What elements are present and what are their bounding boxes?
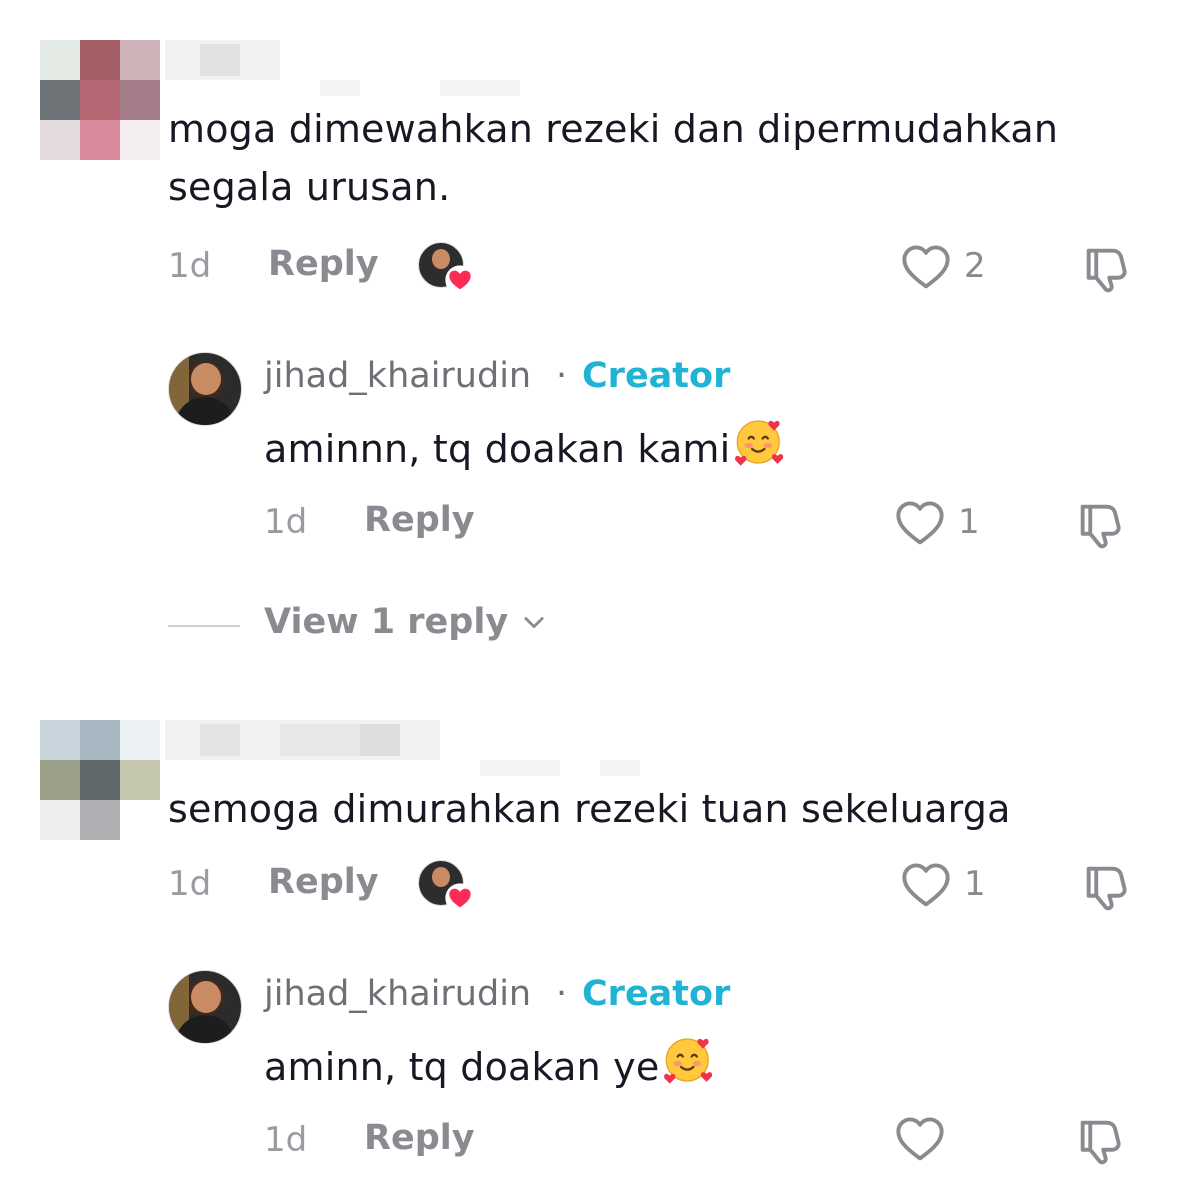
dislike-icon[interactable] bbox=[1074, 1114, 1126, 1166]
creator-avatar[interactable] bbox=[168, 970, 242, 1044]
reply-text: aminn, tq doakan ye bbox=[264, 1032, 717, 1096]
comment-text-line-1: moga dimewahkan rezeki dan dipermudahkan bbox=[168, 107, 1059, 151]
smiling-face-with-hearts-icon bbox=[732, 414, 788, 470]
dislike-icon[interactable] bbox=[1080, 860, 1132, 912]
reply-button[interactable]: Reply bbox=[268, 862, 379, 902]
comment-time: 1d bbox=[168, 246, 212, 286]
red-heart-icon bbox=[444, 264, 476, 296]
creator-badge: Creator bbox=[582, 974, 731, 1014]
username-blur bbox=[360, 724, 400, 756]
reply-text-content: aminnn, tq doakan kami bbox=[264, 427, 731, 471]
reply-button[interactable]: Reply bbox=[268, 244, 379, 284]
reply-button[interactable]: Reply bbox=[364, 500, 475, 540]
dislike-icon[interactable] bbox=[1080, 242, 1132, 294]
creator-badge: Creator bbox=[582, 356, 731, 396]
heart-icon[interactable] bbox=[900, 242, 952, 294]
reply-text-content: aminn, tq doakan ye bbox=[264, 1045, 660, 1089]
like-count: 1 bbox=[958, 502, 980, 542]
username-blur bbox=[280, 724, 360, 756]
username-blur bbox=[600, 760, 640, 776]
comment-text-line-2: segala urusan. bbox=[168, 165, 451, 209]
commenter-avatar[interactable] bbox=[40, 720, 160, 840]
like-count: 1 bbox=[964, 864, 986, 904]
username-blur bbox=[200, 724, 240, 756]
view-replies-button[interactable]: View 1 reply bbox=[264, 602, 548, 642]
liked-by-creator-badge bbox=[418, 242, 470, 294]
reply-time: 1d bbox=[264, 1120, 308, 1160]
username-blur bbox=[440, 80, 520, 96]
comment-text-line-1: semoga dimurahkan rezeki tuan sekeluarga bbox=[168, 787, 1011, 831]
like-count: 2 bbox=[964, 246, 986, 286]
reply-button[interactable]: Reply bbox=[364, 1118, 475, 1158]
reply-username[interactable]: jihad_khairudin bbox=[264, 974, 531, 1014]
red-heart-icon bbox=[444, 882, 476, 914]
separator-dot: · bbox=[556, 356, 568, 396]
view-replies-label: View 1 reply bbox=[264, 602, 509, 642]
thread-line bbox=[168, 625, 240, 627]
liked-by-creator-badge bbox=[418, 860, 470, 912]
username-blur bbox=[200, 44, 240, 76]
chevron-down-icon bbox=[520, 608, 548, 636]
username-blur bbox=[320, 80, 360, 96]
comment-time: 1d bbox=[168, 864, 212, 904]
heart-icon[interactable] bbox=[894, 498, 946, 550]
heart-icon[interactable] bbox=[900, 860, 952, 912]
separator-dot: · bbox=[556, 974, 568, 1014]
creator-avatar[interactable] bbox=[168, 352, 242, 426]
smiling-face-with-hearts-icon bbox=[661, 1032, 717, 1088]
commenter-avatar[interactable] bbox=[40, 40, 160, 160]
reply-text: aminnn, tq doakan kami bbox=[264, 414, 788, 478]
username-blur bbox=[480, 760, 560, 776]
heart-icon[interactable] bbox=[894, 1114, 946, 1166]
dislike-icon[interactable] bbox=[1074, 498, 1126, 550]
reply-time: 1d bbox=[264, 502, 308, 542]
reply-username[interactable]: jihad_khairudin bbox=[264, 356, 531, 396]
